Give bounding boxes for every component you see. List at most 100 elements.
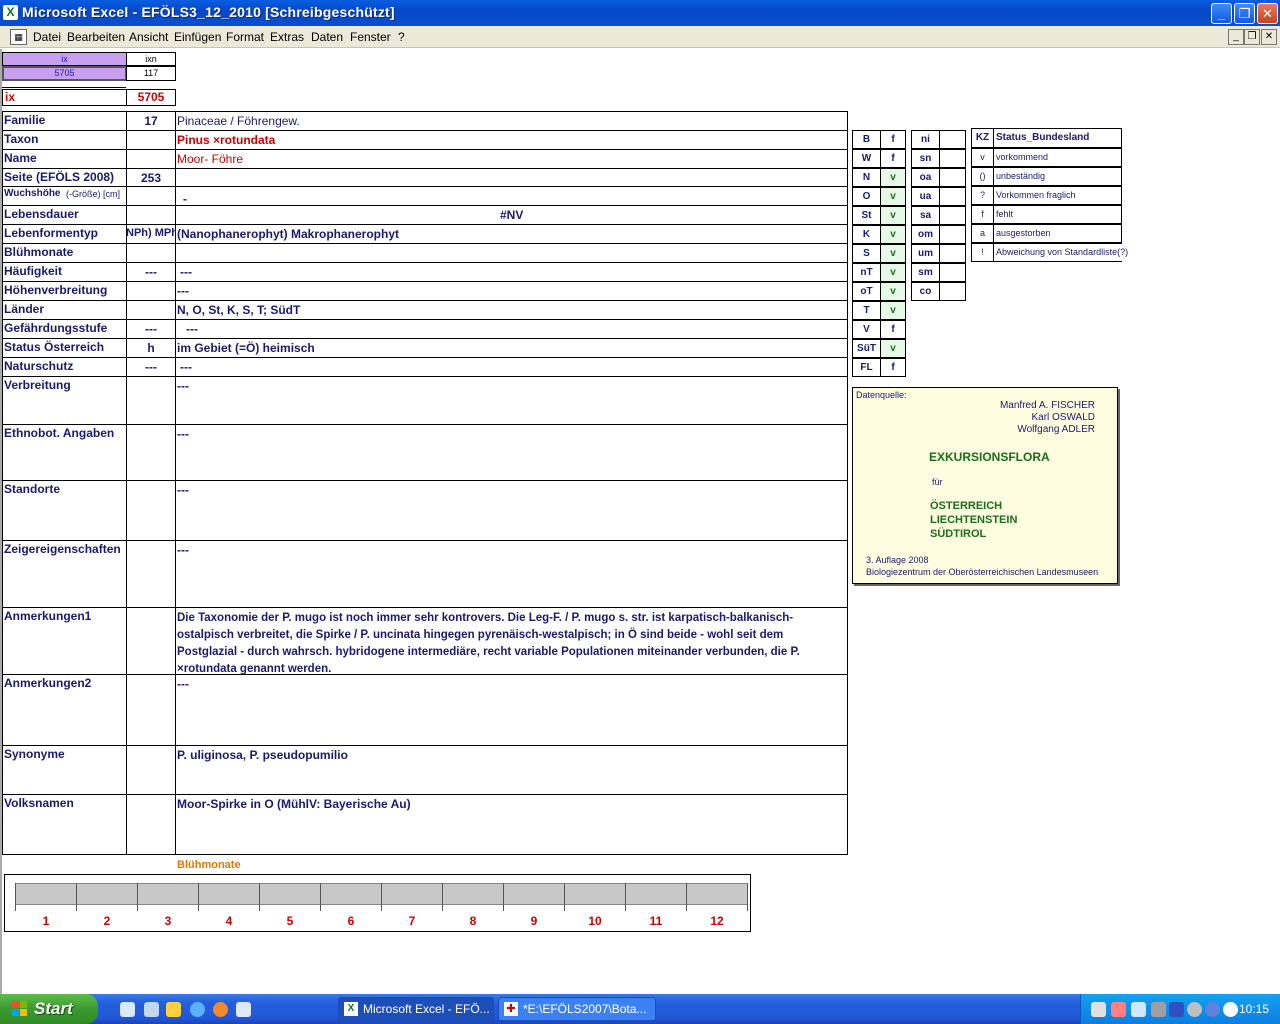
language-icon[interactable] [1223,1002,1238,1017]
row-divider [2,243,848,244]
field-value[interactable]: N, O, St, K, S, T; SüdT [177,303,300,317]
ix-header-cell[interactable]: ix [2,52,127,66]
region-status[interactable]: v [880,206,906,225]
info-icon[interactable] [1205,1002,1220,1017]
menu-bearbeiten[interactable]: Bearbeiten [67,30,125,44]
network-icon[interactable] [1091,1002,1106,1017]
field-code[interactable]: --- [126,265,176,279]
altitude-value[interactable] [939,206,966,225]
field-value[interactable]: - [183,192,187,206]
explorer-icon[interactable] [144,1002,159,1017]
excel-icon[interactable]: X [3,5,18,20]
field-code[interactable]: 253 [126,171,176,185]
security-icon[interactable] [1111,1002,1126,1017]
altitude-value[interactable] [939,168,966,187]
menu-format[interactable]: Format [226,30,264,44]
menu-daten[interactable]: Daten [311,30,343,44]
ie-icon[interactable] [190,1002,205,1017]
field-value[interactable]: --- [177,543,189,557]
region-status[interactable]: v [880,187,906,206]
altitude-value[interactable] [939,187,966,206]
altitude-value[interactable] [939,130,966,149]
media-icon[interactable] [166,1002,181,1017]
altitude-value[interactable] [939,149,966,168]
field-code[interactable]: h [126,341,176,355]
field-code[interactable]: --- [126,360,176,374]
row-divider [2,224,848,225]
field-value[interactable]: --- [177,483,189,497]
field-value[interactable]: P. uliginosa, P. pseudopumilio [177,748,348,762]
region-status[interactable]: v [880,301,906,320]
doc-close-button[interactable]: ✕ [1261,29,1277,45]
field-label: Standorte [4,482,61,496]
doc-restore-button[interactable]: ❐ [1244,29,1260,45]
legend-kz: ! [971,243,994,262]
field-value[interactable]: --- [177,379,189,393]
month-tick [137,883,138,911]
menu-fenster[interactable]: Fenster [350,30,391,44]
workbook-icon[interactable]: ▦ [10,29,27,45]
ix-value-cell[interactable]: 5705 [2,66,127,81]
region-status[interactable]: v [880,168,906,187]
doc-minimize-button[interactable]: _ [1228,29,1244,45]
region-status[interactable]: v [880,244,906,263]
field-value[interactable]: Moor- Föhre [177,152,243,166]
field-value[interactable]: Pinus ×rotundata [177,133,275,147]
region-code: nT [852,263,881,282]
field-value[interactable]: Die Taxonomie der P. mugo ist noch immer… [177,610,837,678]
task-excel[interactable]: X Microsoft Excel - EFÖ... [338,997,494,1021]
bloom-title: Blühmonate [177,859,241,871]
tool-icon[interactable] [1151,1002,1166,1017]
field-code[interactable]: --- [126,322,176,336]
ix-big-cell[interactable]: 5705 [126,89,176,106]
start-button[interactable]: Start [0,994,98,1024]
month-label: 7 [408,914,416,928]
shield-icon[interactable] [1169,1002,1184,1017]
ix-label-cell[interactable]: ix [2,89,127,106]
update-icon[interactable] [1187,1002,1202,1017]
field-value[interactable]: --- [177,427,189,441]
month-label: 6 [347,914,355,928]
altitude-value[interactable] [939,282,966,301]
ixn-value-cell[interactable]: 117 [126,66,176,81]
ixn-header-cell[interactable]: ixn [126,52,176,66]
field-value[interactable]: (Nanophanerophyt) Makrophanerophyt [177,227,399,241]
row-divider [2,149,848,150]
field-value[interactable]: Moor-Spirke in O (MühlV: Bayerische Au) [177,797,411,811]
minimize-button[interactable]: _ [1211,3,1232,24]
legend-text: unbeständig [993,167,1122,186]
field-value[interactable]: --- [180,360,192,374]
field-code[interactable]: 17 [126,114,176,128]
altitude-value[interactable] [939,244,966,263]
field-value[interactable]: --- [177,284,189,298]
region-status[interactable]: v [880,263,906,282]
firefox-icon[interactable] [213,1002,228,1017]
field-value[interactable]: --- [186,322,198,336]
altitude-value[interactable] [939,225,966,244]
search-icon[interactable] [1131,1002,1146,1017]
field-code[interactable]: NPh) MPh [126,227,176,239]
desktop-icon[interactable] [120,1002,135,1017]
menu-datei[interactable]: Datei [33,30,61,44]
field-value[interactable]: --- [180,265,192,279]
menu-help[interactable]: ? [398,30,405,44]
region-status[interactable]: v [880,225,906,244]
menu-ansicht[interactable]: Ansicht [129,30,168,44]
region-status[interactable]: f [880,130,906,149]
close-button[interactable]: ✕ [1257,3,1278,24]
outlook-icon[interactable] [236,1002,251,1017]
region-status[interactable]: v [880,339,906,358]
restore-button[interactable]: ❐ [1234,3,1255,24]
field-value[interactable]: im Gebiet (=Ö) heimisch [177,341,315,355]
field-value[interactable]: #NV [500,208,523,222]
region-status[interactable]: f [880,320,906,339]
region-status[interactable]: f [880,149,906,168]
task-file[interactable]: ✚ *E:\EFÖLS2007\Bota... [498,997,656,1021]
altitude-value[interactable] [939,263,966,282]
menu-extras[interactable]: Extras [270,30,304,44]
region-status[interactable]: v [880,282,906,301]
region-status[interactable]: f [880,358,906,377]
menu-einfuegen[interactable]: Einfügen [174,30,221,44]
field-value[interactable]: --- [177,677,189,691]
field-value[interactable]: Pinaceae / Föhrengew. [177,114,300,128]
